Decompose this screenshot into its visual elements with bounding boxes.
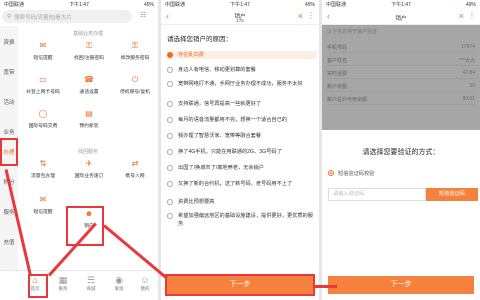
get-code-button[interactable]: 短信验证码 — [426, 188, 478, 201]
reason-question: 请选择您销户的原因： — [167, 36, 232, 43]
bottom-tab-bar: ⌂ 首页 ▦ 服务 ☴ 商城 ◉ 发现 ☺ 我的 — [0, 270, 158, 300]
grid-item[interactable]: ⇄ 携号入网 — [112, 158, 158, 190]
reason-option[interactable]: 资费比预想要高 — [167, 198, 317, 206]
data-icon: ⇅ — [39, 159, 47, 168]
modal-overlay[interactable] — [322, 25, 480, 130]
verify-panel: 中国联通 下午1:47 49% ‹ 销户 × ⋮ 以下信息用于销户验证 手机号码… — [322, 0, 480, 300]
checkbox[interactable] — [167, 165, 173, 171]
sidebar-item-0[interactable]: 资费 — [0, 38, 18, 46]
checkbox[interactable] — [167, 101, 173, 107]
page-header: ‹ 销户 176 × ⋮ — [161, 9, 319, 25]
reason-option[interactable]: 希望加强偏远地区的基础设施建设，提供更好，更优质的服务 — [167, 212, 317, 228]
checkbox[interactable] — [167, 213, 173, 219]
close-icon[interactable]: × — [298, 11, 303, 21]
grid-item[interactable]: ✈ 国际业务速订 — [66, 158, 112, 190]
checkbox[interactable] — [167, 52, 173, 58]
lock-icon: ⚿ — [131, 41, 139, 50]
grid-item[interactable]: ⏻ 停机保号/复机 — [112, 74, 158, 106]
grid-item[interactable]: ▤ 预约新装 — [66, 108, 112, 140]
person-icon: ☺ — [140, 275, 150, 285]
reason-option[interactable]: 又换了新的合约机，送了新号码，老号码用不上了 — [167, 180, 317, 188]
reason-option[interactable]: 我办理了智慧沃家、宽带等融合套餐 — [167, 132, 317, 140]
section-title-recover: 找回服务 — [77, 149, 98, 155]
page-subtitle: 176 — [236, 18, 244, 23]
grid-item[interactable]: ⇅ 流量包办理 — [20, 158, 66, 190]
tab-mall[interactable]: ☴ 商城 — [76, 275, 106, 292]
grid-item[interactable]: ▭ 补登上网卡号码 — [20, 74, 66, 106]
highlight-sidebar — [0, 138, 18, 166]
calendar-icon: ▤ — [85, 109, 93, 118]
search-placeholder: 搜索号码|流量包|看大片 — [14, 14, 72, 21]
grid-item[interactable]: ◯ 国际号码交费 — [20, 108, 66, 140]
reason-option[interactable]: 身边人有电信、移动更划算的套餐 — [167, 66, 317, 74]
checkbox[interactable] — [167, 133, 173, 139]
checkbox[interactable] — [167, 149, 173, 155]
tab-service[interactable]: ▦ 服务 — [48, 275, 78, 292]
grid-item[interactable]: ⚿ 修改服务密码 — [112, 40, 158, 72]
page-header: ‹ 销户 × ⋮ — [322, 9, 480, 25]
checkbox[interactable] — [167, 199, 173, 205]
tab-mine[interactable]: ☺ 我的 — [130, 275, 158, 292]
reason-option[interactable]: 每月的语音流量都用不完，想换一个适合自己的 — [167, 116, 317, 124]
cart-icon: ☴ — [86, 275, 96, 285]
page-title: 销户 — [395, 16, 407, 22]
power-icon: ⏻ — [131, 75, 139, 84]
time-label: 下午1:47 — [230, 2, 250, 8]
annotation-arrow — [315, 285, 337, 288]
status-bar: 中国联通 下午1:47 49% — [161, 0, 319, 9]
phone-icon: ☎ — [84, 75, 94, 84]
highlight-cancel-account — [66, 206, 104, 246]
time-label: 下午1:47 — [69, 2, 89, 8]
reason-option[interactable]: 宽带网络打不通，手网厅业务办理不成功，服务不太好 — [167, 80, 317, 88]
cancel-reason-panel: 中国联通 下午1:47 49% ‹ 销户 176 × ⋮ 请选择您销户的原因： … — [161, 0, 319, 300]
highlight-home-tab — [28, 274, 48, 298]
checkbox[interactable] — [167, 67, 173, 73]
reason-option[interactable]: 出国了/换城市了/离地养老，无余销户 — [167, 164, 317, 172]
sidebar-item-7[interactable]: 充值 — [0, 238, 18, 246]
status-bar: 中国联通 下午1:47 49% — [0, 0, 158, 9]
scan-icon[interactable]: ☷ — [140, 11, 146, 19]
grid-item[interactable]: ✉ 短信提醒 — [20, 194, 66, 226]
plane-icon: ✈ — [85, 159, 93, 168]
checkbox[interactable] — [167, 117, 173, 123]
reason-option[interactable]: 存在乱扣费 — [167, 51, 317, 59]
verify-question: 请选择您要验证的方式： — [362, 149, 440, 156]
search-input[interactable]: ⚲ 搜索号码|流量包|看大片 — [2, 10, 132, 23]
radio-button[interactable] — [328, 170, 334, 176]
grid-item[interactable]: ⚿ 找回/注册密码 — [66, 40, 112, 72]
search-icon: ⚲ — [7, 13, 12, 20]
more-icon[interactable]: ⋮ — [307, 11, 315, 20]
close-icon[interactable]: × — [459, 11, 464, 21]
more-icon[interactable]: ⋮ — [468, 11, 476, 20]
reason-option[interactable]: 换了4G手机，只能在用联通的2G、3G号码了 — [167, 148, 317, 156]
checkbox[interactable] — [167, 81, 173, 87]
code-input[interactable]: 请输入验证码 — [328, 188, 426, 201]
key-icon: ⚿ — [85, 41, 93, 50]
transfer-icon: ⇄ — [131, 159, 139, 168]
reason-option[interactable]: 支持联通，信号再提高一些就更好了 — [167, 100, 317, 108]
grid-item[interactable]: ☎ 通话设置 — [66, 74, 112, 106]
grid-item[interactable]: ✉ 短信提醒 — [20, 40, 66, 72]
card-icon: ▭ — [39, 75, 47, 84]
sidebar-item-2[interactable]: 活动 — [0, 98, 18, 106]
sms-verify-option[interactable]: 短信验证码校验 — [328, 170, 374, 177]
verify-dialog: 请选择您要验证的方式： 短信验证码校验 请输入验证码 短信验证码 下一步 — [322, 130, 480, 300]
checkbox[interactable] — [167, 181, 173, 187]
globe-icon: ◯ — [38, 109, 48, 118]
message-icon: ✉ — [39, 41, 47, 50]
time-label: 下午1:47 — [391, 2, 411, 8]
sidebar-item-3[interactable]: 业务 — [0, 128, 18, 136]
section-title-basic: 基础业务办理 — [72, 31, 103, 37]
status-bar: 中国联通 下午1:47 49% — [322, 0, 480, 9]
message-icon: ✉ — [39, 195, 47, 204]
next-button[interactable]: 下一步 — [328, 276, 474, 294]
grid-icon: ▦ — [58, 275, 68, 285]
sidebar-item-1[interactable]: 宽带 — [0, 68, 18, 76]
highlight-next-button — [165, 274, 315, 296]
